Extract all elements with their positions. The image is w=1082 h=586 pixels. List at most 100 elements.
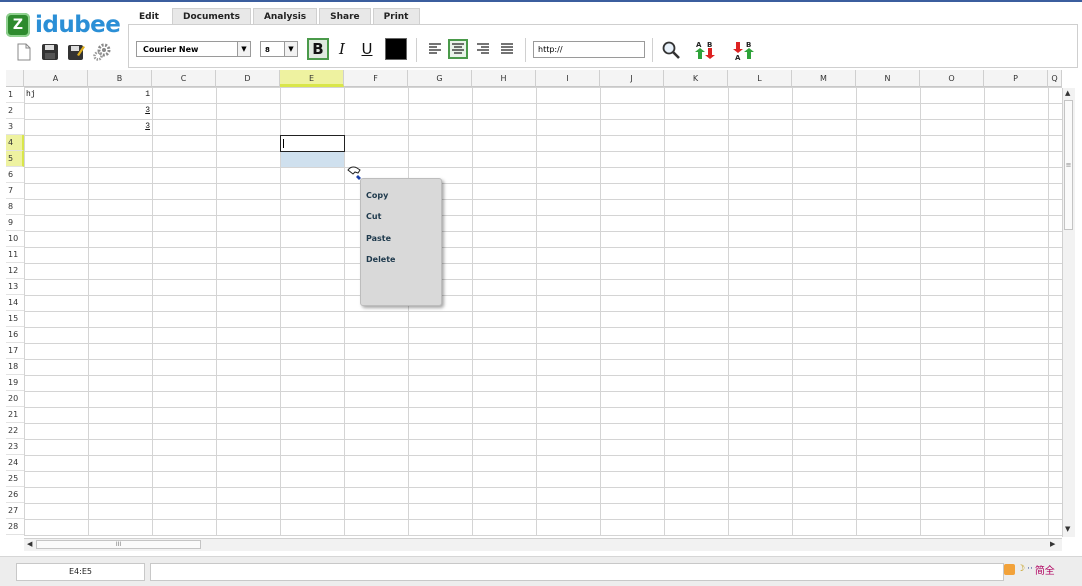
align-center-icon[interactable]	[448, 39, 468, 59]
context-menu-cut[interactable]: Cut	[366, 212, 381, 221]
column-header-a[interactable]: A	[24, 70, 88, 87]
font-family-dropdown-icon[interactable]: ▼	[237, 41, 251, 57]
tab-documents[interactable]: Documents	[171, 8, 251, 25]
align-right-icon[interactable]	[473, 39, 493, 59]
font-family-select[interactable]: Courier New	[136, 41, 251, 57]
row-header-28[interactable]: 28	[6, 519, 24, 535]
column-header-k[interactable]: K	[664, 70, 728, 87]
context-menu-copy[interactable]: Copy	[366, 191, 388, 200]
url-input[interactable]	[533, 41, 645, 58]
row-header-25[interactable]: 25	[6, 471, 24, 487]
row-header-10[interactable]: 10	[6, 231, 24, 247]
row-header-11[interactable]: 11	[6, 247, 24, 263]
column-header-f[interactable]: F	[344, 70, 408, 87]
row-header-18[interactable]: 18	[6, 359, 24, 375]
column-header-l[interactable]: L	[728, 70, 792, 87]
italic-button[interactable]: I	[331, 38, 353, 60]
vertical-scroll-thumb[interactable]: ≡	[1064, 100, 1073, 230]
row-header-1[interactable]: 1	[6, 87, 24, 103]
sort-ascending-icon[interactable]: AB	[693, 38, 717, 62]
new-document-icon[interactable]	[14, 42, 34, 62]
row-header-12[interactable]: 12	[6, 263, 24, 279]
tab-edit[interactable]: Edit	[128, 8, 170, 25]
row-header-15[interactable]: 15	[6, 311, 24, 327]
column-header-d[interactable]: D	[216, 70, 280, 87]
column-header-b[interactable]: B	[88, 70, 152, 87]
vertical-scrollbar[interactable]: ▲ ≡ ▼	[1062, 88, 1075, 537]
row-header-7[interactable]: 7	[6, 183, 24, 199]
selected-range-box[interactable]: E4:E5	[16, 563, 145, 581]
context-menu-delete[interactable]: Delete	[366, 255, 395, 264]
column-header-n[interactable]: N	[856, 70, 920, 87]
tab-share[interactable]: Share	[319, 8, 371, 25]
horizontal-scroll-thumb[interactable]: III	[36, 540, 201, 549]
row-header-2[interactable]: 2	[6, 103, 24, 119]
cell-b3[interactable]: 3	[90, 119, 150, 135]
column-header-e[interactable]: E	[280, 70, 344, 87]
row-header-8[interactable]: 8	[6, 199, 24, 215]
row-header-5[interactable]: 5	[6, 151, 24, 167]
row-header-9[interactable]: 9	[6, 215, 24, 231]
row-header-21[interactable]: 21	[6, 407, 24, 423]
cell-b1[interactable]: 1	[90, 87, 150, 103]
column-header-h[interactable]: H	[472, 70, 536, 87]
row-header-22[interactable]: 22	[6, 423, 24, 439]
font-size-dropdown-icon[interactable]: ▼	[284, 41, 298, 57]
align-justify-icon[interactable]	[497, 39, 517, 59]
save-icon[interactable]	[40, 42, 60, 62]
scroll-down-icon[interactable]: ▼	[1065, 525, 1070, 533]
grid-line	[24, 183, 1062, 184]
row-header-6[interactable]: 6	[6, 167, 24, 183]
align-left-icon[interactable]	[425, 39, 445, 59]
tab-print[interactable]: Print	[372, 8, 420, 25]
row-header-17[interactable]: 17	[6, 343, 24, 359]
context-menu-paste[interactable]: Paste	[366, 234, 391, 243]
row-header-16[interactable]: 16	[6, 327, 24, 343]
column-header-m[interactable]: M	[792, 70, 856, 87]
column-header-c[interactable]: C	[152, 70, 216, 87]
row-header-14[interactable]: 14	[6, 295, 24, 311]
row-header-4[interactable]: 4	[6, 135, 24, 151]
horizontal-scrollbar[interactable]: ◀ III ▶	[24, 538, 1062, 551]
cell-a1[interactable]: hj	[26, 87, 86, 103]
row-header-3[interactable]: 3	[6, 119, 24, 135]
cell-b2[interactable]: 3	[90, 103, 150, 119]
row-header-20[interactable]: 20	[6, 391, 24, 407]
scroll-left-icon[interactable]: ◀	[27, 540, 32, 548]
column-header-q[interactable]: Q	[1048, 70, 1062, 87]
row-header-13[interactable]: 13	[6, 279, 24, 295]
sort-descending-icon[interactable]: BA	[732, 38, 756, 62]
logo-badge: Z	[6, 13, 30, 37]
search-icon[interactable]	[659, 38, 683, 62]
settings-gear-icon[interactable]	[92, 42, 112, 62]
formula-bar-input[interactable]	[150, 563, 1004, 581]
window-top-border	[0, 0, 1082, 2]
column-header-o[interactable]: O	[920, 70, 984, 87]
column-header-g[interactable]: G	[408, 70, 472, 87]
grid-corner[interactable]	[6, 70, 24, 87]
scroll-right-icon[interactable]: ▶	[1050, 540, 1055, 548]
scroll-up-icon[interactable]: ▲	[1065, 89, 1070, 97]
row-header-24[interactable]: 24	[6, 455, 24, 471]
text-color-button[interactable]	[385, 38, 407, 60]
row-header-23[interactable]: 23	[6, 439, 24, 455]
underline-button[interactable]: U	[356, 38, 378, 60]
grid-line	[24, 231, 1062, 232]
row-header-26[interactable]: 26	[6, 487, 24, 503]
save-as-icon[interactable]	[66, 42, 86, 62]
active-cell-e4[interactable]	[280, 135, 345, 152]
tab-analysis[interactable]: Analysis	[252, 8, 318, 25]
row-header-27[interactable]: 27	[6, 503, 24, 519]
row-header-19[interactable]: 19	[6, 375, 24, 391]
column-header-i[interactable]: I	[536, 70, 600, 87]
column-header-j[interactable]: J	[600, 70, 664, 87]
grid-line	[24, 343, 1062, 344]
ime-toolbar[interactable]: ☽ ·· 简全	[1004, 561, 1074, 577]
grid-line	[24, 455, 1062, 456]
bold-button[interactable]: B	[307, 38, 329, 60]
grid-line	[24, 215, 1062, 216]
spreadsheet-grid[interactable]: A B C D E F G H I J K L M N O P Q 1 2 3 4 5 6 7 8 9 10 11 12 13 14 15 16…	[6, 70, 1062, 536]
font-size-select[interactable]: 8	[260, 41, 286, 57]
column-header-p[interactable]: P	[984, 70, 1048, 87]
selected-cell-e5[interactable]	[281, 152, 344, 167]
